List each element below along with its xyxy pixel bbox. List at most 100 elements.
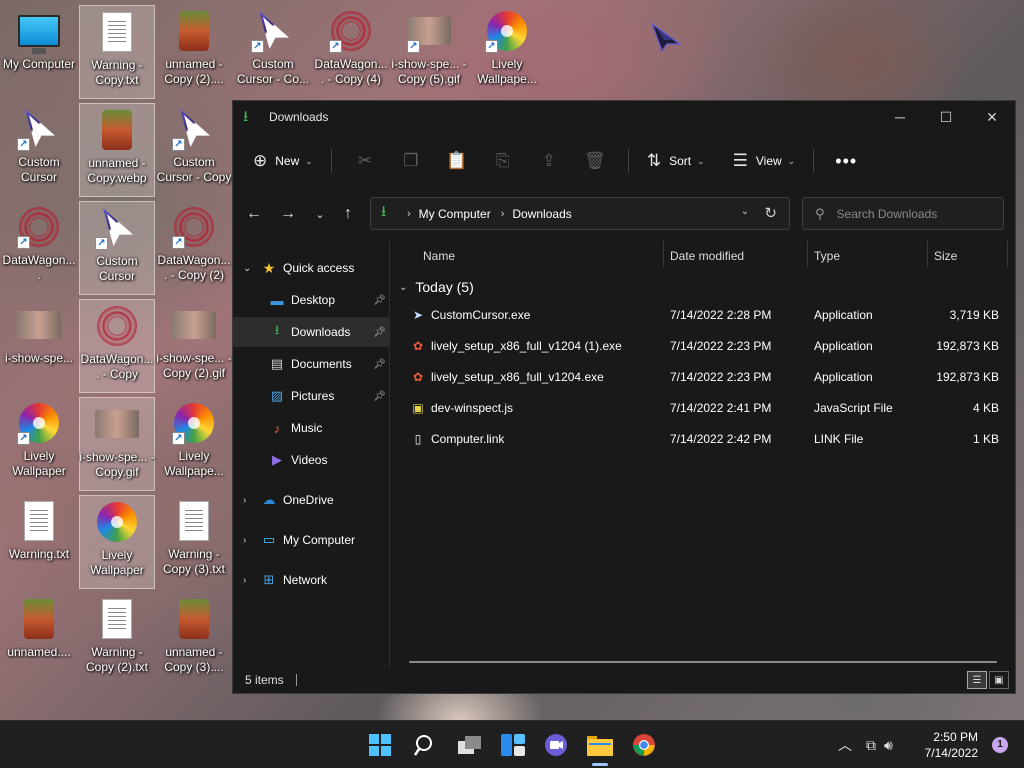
recent-locations-button[interactable]: ⌄ xyxy=(307,201,333,227)
view-button[interactable]: ☰ View ⌄ xyxy=(725,145,804,177)
desktop-icon[interactable]: unnamed - Copy (2).... xyxy=(156,5,232,99)
expand-chevron-icon[interactable]: › xyxy=(243,535,246,546)
desktop-icon[interactable]: Warning - Copy (2).txt xyxy=(79,593,155,687)
up-button[interactable]: ↑ xyxy=(335,201,361,227)
taskbar-search-button[interactable] xyxy=(405,729,445,761)
file-row[interactable]: ✿ lively_setup_x86_full_v1204.exe 7/14/202… xyxy=(391,361,1005,392)
file-row[interactable]: ✿ lively_setup_x86_full_v1204 (1).exe 7/14… xyxy=(391,330,1005,361)
back-button[interactable]: ← xyxy=(241,201,267,227)
desktop-icon[interactable]: Warning - Copy.txt xyxy=(79,5,155,99)
cut-button[interactable]: ✂ xyxy=(342,145,388,177)
column-divider[interactable] xyxy=(1007,241,1008,267)
close-button[interactable]: ✕ xyxy=(969,101,1015,133)
expand-chevron-icon[interactable]: › xyxy=(243,575,246,586)
task-view-button[interactable] xyxy=(450,729,490,761)
file-explorer-taskbar-button[interactable] xyxy=(580,729,620,761)
group-header-today[interactable]: ⌄ Today (5) xyxy=(399,277,474,297)
breadcrumb-downloads[interactable]: Downloads xyxy=(512,207,571,221)
desktop-icon[interactable]: ↗ Lively Wallpape... xyxy=(469,5,545,99)
desktop-icon[interactable]: Lively Wallpaper xyxy=(79,495,155,589)
desktop-icon[interactable]: unnamed.... xyxy=(1,593,77,687)
lively-icon: ✿ xyxy=(412,338,424,353)
start-button[interactable] xyxy=(360,729,400,761)
sidebar-item-network[interactable]: › ⊞ Network xyxy=(233,565,390,595)
desktop-icon[interactable]: ↗ Lively Wallpaper xyxy=(1,397,77,491)
address-bar[interactable]: ⭳ › My Computer › Downloads ⌄ ↻ xyxy=(370,197,790,230)
volume-icon[interactable]: 🔊︎ xyxy=(884,737,893,754)
desktop-icon[interactable]: My Computer xyxy=(1,5,77,99)
refresh-button[interactable]: ↻ xyxy=(764,204,777,222)
file-row[interactable]: ▣ dev-winspect.js 7/14/2022 2:41 PM JavaScr… xyxy=(391,392,1005,423)
rename-button[interactable]: ⎘ xyxy=(480,145,526,177)
share-button[interactable]: ⇪ xyxy=(526,145,572,177)
column-header-type[interactable]: Type xyxy=(814,241,840,271)
forward-button[interactable]: → xyxy=(275,201,301,227)
expand-chevron-icon[interactable]: › xyxy=(243,495,246,506)
maximize-button[interactable]: ☐ xyxy=(923,101,969,133)
desktop-icon[interactable]: unnamed - Copy (3).... xyxy=(156,593,232,687)
paste-button[interactable]: 📋 xyxy=(434,145,480,177)
search-icon xyxy=(414,735,432,756)
sidebar-item-onedrive[interactable]: › ☁ OneDrive xyxy=(233,485,390,515)
chrome-taskbar-button[interactable] xyxy=(624,729,664,761)
sidebar-item-downloads[interactable]: ⭳ Downloads 📌︎ xyxy=(233,317,390,347)
file-row[interactable]: ▯ Computer.link 7/14/2022 2:42 PM LINK File… xyxy=(391,423,1005,454)
sidebar-item-my-computer[interactable]: › ▭ My Computer xyxy=(233,525,390,555)
title-bar[interactable]: ⭳ Downloads ─ ☐ ✕ xyxy=(233,101,1015,133)
search-box[interactable]: ⚲ xyxy=(802,197,1004,230)
search-input[interactable] xyxy=(836,206,987,221)
notification-badge[interactable]: 1 xyxy=(992,737,1008,753)
pin-icon[interactable]: 📌︎ xyxy=(373,359,386,370)
desktop-icon[interactable]: Warning.txt xyxy=(1,495,77,589)
column-header-date[interactable]: Date modified xyxy=(670,241,744,271)
breadcrumb-my-computer[interactable]: My Computer xyxy=(419,207,491,221)
copy-button[interactable]: ❐ xyxy=(388,145,434,177)
sidebar-item-desktop[interactable]: ▬ Desktop 📌︎ xyxy=(233,285,390,315)
minimize-button[interactable]: ─ xyxy=(877,101,923,133)
widgets-button[interactable] xyxy=(493,729,533,761)
more-options-button[interactable]: ••• xyxy=(828,151,864,172)
desktop-icon[interactable]: ↗ Custom Cursor - Co... xyxy=(235,5,311,99)
details-view-button[interactable]: ☰ xyxy=(967,671,987,689)
desktop-icon[interactable]: ↗ i-show-spe... - Copy (5).gif xyxy=(391,5,467,99)
column-header-name[interactable]: Name xyxy=(423,241,455,271)
sidebar-item-documents[interactable]: ▤ Documents 📌︎ xyxy=(233,349,390,379)
column-divider[interactable] xyxy=(663,241,664,267)
desktop-icon[interactable]: ↗ Lively Wallpape... xyxy=(156,397,232,491)
new-button[interactable]: ⊕ New ⌄ xyxy=(245,145,321,177)
collapse-chevron-icon[interactable]: ⌄ xyxy=(243,263,251,274)
desktop-icon[interactable]: ↗ Custom Cursor - Copy xyxy=(156,103,232,197)
chat-button[interactable] xyxy=(536,729,576,761)
sidebar-item-quick-access[interactable]: ⌄ ★ Quick access xyxy=(233,253,390,283)
desktop-icon-label: DataWagon.... - Copy (2) xyxy=(157,253,231,282)
show-hidden-icons-button[interactable]: ︿ xyxy=(838,735,852,755)
sort-button[interactable]: ⇅ Sort ⌄ xyxy=(639,145,713,177)
sidebar-item-music[interactable]: ♪ Music xyxy=(233,413,390,443)
horizontal-scrollbar[interactable] xyxy=(409,661,997,663)
column-divider[interactable] xyxy=(927,241,928,267)
network-status-icon[interactable]: ⧉ xyxy=(866,737,876,754)
desktop-icon[interactable]: i-show-spe... - Copy.gif xyxy=(79,397,155,491)
desktop-icon[interactable]: unnamed - Copy.webp xyxy=(79,103,155,197)
pin-icon[interactable]: 📌︎ xyxy=(373,327,386,338)
sidebar-item-pictures[interactable]: ▨ Pictures 📌︎ xyxy=(233,381,390,411)
pin-icon[interactable]: 📌︎ xyxy=(373,391,386,402)
desktop-icon[interactable]: Warning - Copy (3).txt xyxy=(156,495,232,589)
desktop-icon[interactable]: i-show-spe... xyxy=(1,299,77,393)
desktop-icon[interactable]: ↗ Custom Cursor xyxy=(79,201,155,295)
sidebar-item-videos[interactable]: ▶ Videos xyxy=(233,445,390,475)
column-divider[interactable] xyxy=(807,241,808,267)
desktop-icon[interactable]: ↗ DataWagon.... xyxy=(1,201,77,295)
desktop-icon[interactable]: ↗ DataWagon.... - Copy (2) xyxy=(156,201,232,295)
file-row[interactable]: ➤ CustomCursor.exe 7/14/2022 2:28 PM Applic… xyxy=(391,299,1005,330)
column-header-size[interactable]: Size xyxy=(934,241,957,271)
desktop-icon[interactable]: ↗ Custom Cursor xyxy=(1,103,77,197)
clock[interactable]: 2:50 PM 7/14/2022 xyxy=(925,729,978,761)
large-icons-view-button[interactable]: ▣ xyxy=(989,671,1009,689)
desktop-icon[interactable]: ↗ DataWagon.... - Copy (4) xyxy=(313,5,389,99)
pin-icon[interactable]: 📌︎ xyxy=(373,295,386,306)
address-dropdown-button[interactable]: ⌄ xyxy=(741,206,749,217)
delete-button[interactable]: 🗑 xyxy=(572,145,618,177)
desktop-icon[interactable]: DataWagon.... - Copy xyxy=(79,299,155,393)
desktop-icon[interactable]: i-show-spe... - Copy (2).gif xyxy=(156,299,232,393)
